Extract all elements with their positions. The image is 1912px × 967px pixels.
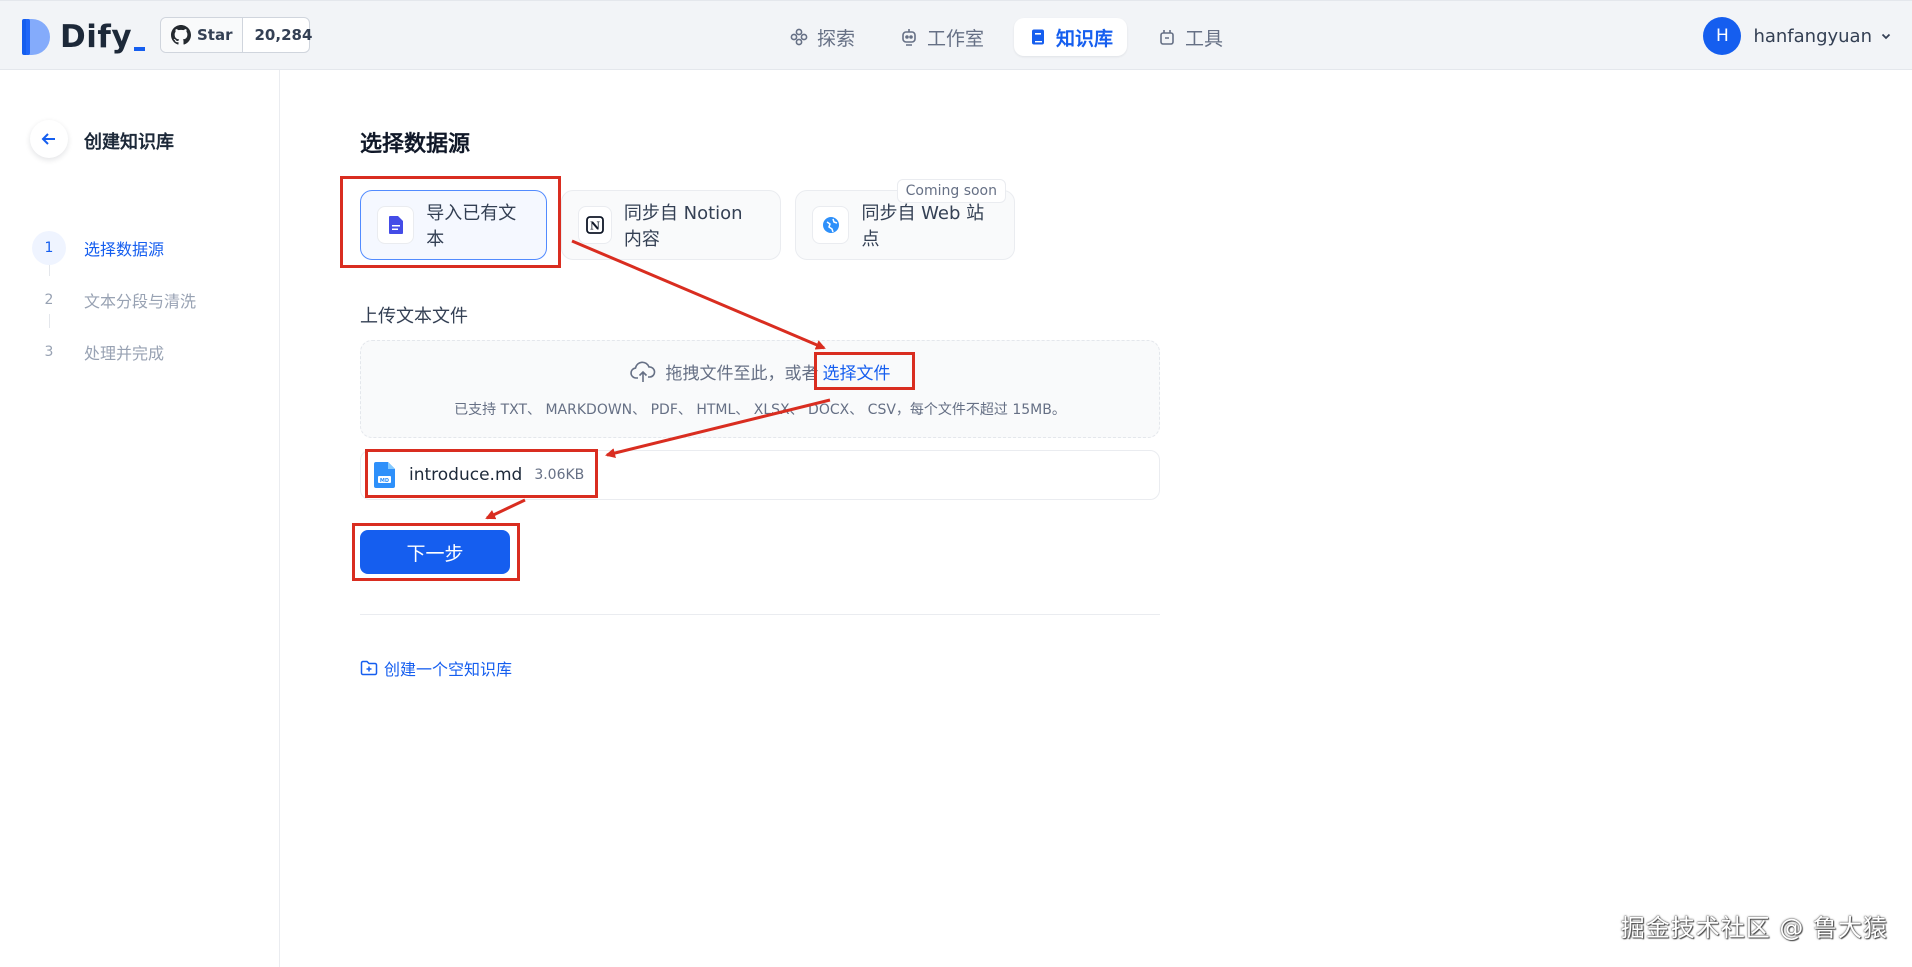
dify-logo-mark [20,19,50,55]
user-name: hanfangyuan [1753,25,1872,47]
dify-logo[interactable]: Dify [20,19,146,55]
explore-icon [790,28,808,46]
file-dropzone[interactable]: 拖拽文件至此，或者 选择文件 已支持 TXT、 MARKDOWN、 PDF、 H… [360,340,1160,438]
github-star-badge[interactable]: Star 20,284 [160,17,313,53]
logo-text: Dify [60,19,146,55]
select-file-link[interactable]: 选择文件 [823,359,891,384]
top-navigation-bar: Dify Star 20,284 探索 工作室 知识库 工具 H hanfang… [0,0,1912,70]
file-name: introduce.md [409,465,523,485]
data-source-options: 导入已有文本 N 同步自 Notion 内容 Coming soon 同步自 W… [360,179,1015,260]
divider [360,614,1160,615]
nav-knowledge-label: 知识库 [1056,27,1114,50]
create-empty-label: 创建一个空知识库 [384,660,513,679]
folder-plus-icon [360,660,378,676]
steps-sidebar: 创建知识库 1 选择数据源 2 文本分段与清洗 3 处理并完成 [0,70,280,967]
user-menu[interactable]: H hanfangyuan [1703,17,1892,55]
nav-studio-label: 工作室 [927,27,985,50]
upload-cloud-icon [629,361,655,382]
notion-icon: N [578,206,612,244]
nav-explore-label: 探索 [817,27,856,50]
github-star-count: 20,284 [254,26,313,44]
nav-studio[interactable]: 工作室 [885,18,998,56]
source-import-text[interactable]: 导入已有文本 [360,190,547,260]
step-item-select-source: 1 选择数据源 [34,222,196,274]
tools-icon [1160,30,1174,45]
coming-soon-badge: Coming soon [896,179,1006,203]
document-icon [377,206,415,244]
watermark: 掘金技术社区 @ 鲁大猿 [1620,914,1888,942]
nav-tools-label: 工具 [1185,27,1224,50]
github-star-button[interactable]: Star [161,18,243,52]
source-label: 同步自 Notion 内容 [623,203,743,250]
nav-knowledge[interactable]: 知识库 [1014,18,1128,56]
web-icon [812,206,850,244]
sidebar-title: 创建知识库 [84,132,174,153]
page-title: 选择数据源 [360,132,471,157]
next-step-button[interactable]: 下一步 [360,530,510,574]
main-nav: 探索 工作室 知识库 工具 [775,18,1237,56]
dropzone-text: 拖拽文件至此，或者 [665,364,819,384]
chevron-down-icon [1881,33,1891,40]
step-label: 选择数据源 [84,240,165,259]
step-label: 文本分段与清洗 [84,292,197,311]
studio-robot-icon [902,29,916,46]
markdown-file-icon: MD [374,462,395,488]
source-label: 导入已有文本 [426,203,517,250]
nav-tools[interactable]: 工具 [1143,18,1237,56]
step-item-process-finish: 3 处理并完成 [34,326,196,378]
create-empty-knowledge-link[interactable]: 创建一个空知识库 [360,656,512,680]
file-size: 3.06KB [534,467,585,483]
annotation-arrow [485,498,526,520]
svg-text:MD: MD [380,478,389,484]
arrow-left-icon [41,133,55,145]
github-star-label: Star [197,26,233,44]
supported-formats-hint: 已支持 TXT、 MARKDOWN、 PDF、 HTML、 XLSX、 DOCX… [454,402,1066,418]
nav-explore[interactable]: 探索 [775,18,869,56]
step-number: 1 [34,233,64,263]
avatar: H [1703,17,1742,55]
back-button[interactable] [30,120,68,158]
github-icon [171,25,191,45]
step-item-segment-clean: 2 文本分段与清洗 [34,274,196,326]
source-notion[interactable]: N 同步自 Notion 内容 [561,190,781,260]
upload-section-label: 上传文本文件 [360,306,468,327]
step-number: 2 [44,292,54,308]
uploaded-file-item[interactable]: MD introduce.md 3.06KB [360,450,1160,500]
step-number: 3 [44,344,54,360]
source-label: 同步自 Web 站点 [861,203,985,250]
step-list: 1 选择数据源 2 文本分段与清洗 3 处理并完成 [34,222,196,378]
source-web[interactable]: Coming soon 同步自 Web 站点 [795,179,1015,260]
knowledge-book-icon [1032,29,1045,45]
svg-text:N: N [590,220,600,233]
step-label: 处理并完成 [84,344,165,363]
